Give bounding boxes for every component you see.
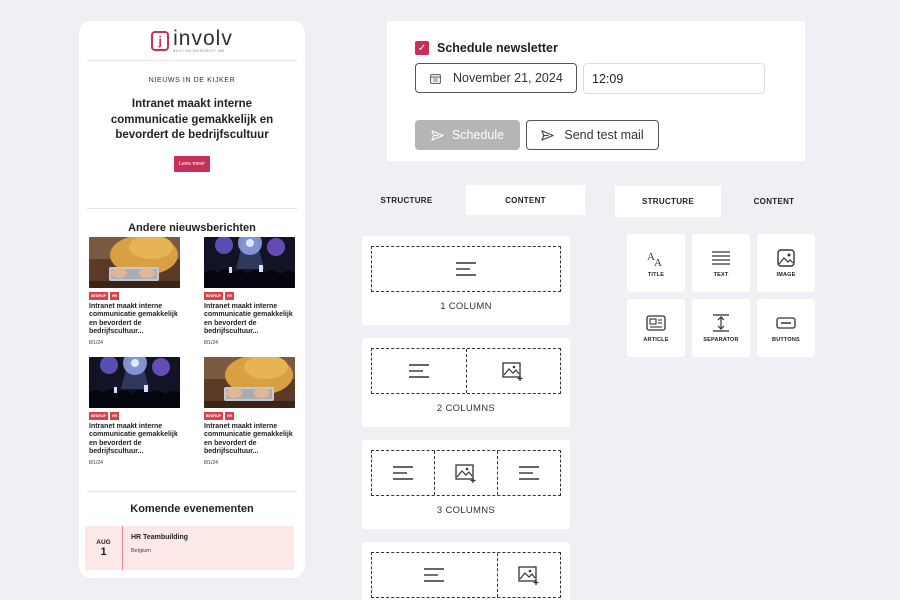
separator-icon bbox=[711, 313, 731, 332]
date-picker[interactable]: November 21, 2024 bbox=[415, 63, 577, 93]
news-thumbnail bbox=[89, 357, 180, 408]
news-tag: HR bbox=[224, 292, 235, 300]
news-date: 8/1/24 bbox=[89, 459, 103, 466]
title-icon: AA bbox=[646, 249, 666, 267]
news-title: Intranet maakt interne communicatie gema… bbox=[204, 423, 293, 456]
events-divider bbox=[87, 491, 297, 492]
block-label: BUTTONS bbox=[772, 336, 800, 343]
layout-2-columns[interactable]: 2 COLUMNS bbox=[362, 338, 570, 427]
text-icon bbox=[372, 553, 497, 597]
calendar-icon bbox=[430, 73, 441, 84]
block-image[interactable]: IMAGE bbox=[757, 234, 815, 292]
other-news-title: Andere nieuwsberichten bbox=[128, 222, 256, 234]
layout-tabs: STRUCTURE CONTENT bbox=[347, 185, 585, 215]
text-icon bbox=[372, 247, 560, 291]
send-icon bbox=[541, 129, 554, 142]
layout-label: 1 COLUMN bbox=[440, 301, 492, 312]
block-label: TITLE bbox=[647, 271, 665, 278]
news-tag: HR bbox=[109, 292, 120, 300]
event-date: AUG 1 bbox=[85, 526, 123, 570]
block-title[interactable]: AA TITLE bbox=[627, 234, 685, 292]
logo-subtitle: BUILT ON MICROSOFT 365 bbox=[173, 48, 225, 53]
date-value: November 21, 2024 bbox=[453, 71, 563, 85]
schedule-panel: ✓ Schedule newsletter November 21, 2024 … bbox=[387, 21, 805, 161]
send-test-mail-button[interactable]: Send test mail bbox=[526, 120, 659, 150]
logo: j involv BUILT ON MICROSOFT 365 bbox=[87, 21, 297, 61]
news-tag: HR bbox=[224, 412, 235, 420]
news-thumbnail bbox=[89, 237, 180, 288]
newsletter-preview: j involv BUILT ON MICROSOFT 365 NIEUWS I… bbox=[79, 21, 305, 578]
block-grid: AA TITLE TEXT IMAGE ARTICLE SEPARATOR BU… bbox=[627, 234, 815, 357]
schedule-checkbox[interactable]: ✓ bbox=[415, 41, 429, 55]
layout-2-columns-wide[interactable] bbox=[362, 542, 570, 600]
featured-article: NIEUWS IN DE KIJKER Intranet maakt inter… bbox=[87, 61, 297, 209]
news-tag: BEDRIJF bbox=[204, 292, 223, 300]
schedule-button-label: Schedule bbox=[451, 128, 505, 142]
tab-structure[interactable]: STRUCTURE bbox=[615, 186, 721, 217]
event-item[interactable]: AUG 1 HR Teambuilding Belgium bbox=[85, 526, 294, 570]
schedule-button[interactable]: Schedule bbox=[415, 120, 520, 150]
block-label: IMAGE bbox=[776, 271, 796, 278]
news-tag: HR bbox=[109, 412, 120, 420]
featured-title: Intranet maakt interne communicatie gema… bbox=[110, 98, 274, 142]
tab-structure[interactable]: STRUCTURE bbox=[347, 185, 466, 215]
layout-3-columns[interactable]: 3 COLUMNS bbox=[362, 440, 570, 529]
news-title: Intranet maakt interne communicatie gema… bbox=[89, 303, 178, 336]
text-icon bbox=[372, 451, 434, 495]
news-card[interactable]: BEDRIJF HR Intranet maakt interne communi… bbox=[204, 357, 295, 468]
event-month: AUG bbox=[96, 538, 111, 546]
layout-1-column[interactable]: 1 COLUMN bbox=[362, 236, 570, 325]
image-icon bbox=[465, 349, 561, 393]
block-text[interactable]: TEXT bbox=[692, 234, 750, 292]
block-buttons[interactable]: BUTTONS bbox=[757, 299, 815, 357]
news-date: 8/1/24 bbox=[204, 339, 218, 346]
event-day: 1 bbox=[100, 545, 107, 558]
news-tag: BEDRIJF bbox=[204, 412, 223, 420]
news-card[interactable]: BEDRIJF HR Intranet maakt interne communi… bbox=[89, 357, 180, 468]
news-tag: BEDRIJF bbox=[89, 292, 108, 300]
image-icon bbox=[434, 451, 497, 495]
image-icon bbox=[496, 553, 560, 597]
read-more-button[interactable]: Lees meer bbox=[174, 155, 210, 172]
text-icon bbox=[711, 249, 731, 267]
tab-content[interactable]: CONTENT bbox=[721, 186, 827, 217]
block-label: ARTICLE bbox=[643, 336, 669, 343]
time-input[interactable]: 12:09 bbox=[583, 63, 765, 94]
text-icon bbox=[497, 451, 560, 495]
event-location: Belgium bbox=[131, 548, 151, 554]
news-grid: BEDRIJF HR Intranet maakt interne communi… bbox=[89, 237, 295, 468]
text-icon bbox=[372, 349, 466, 393]
block-article[interactable]: ARTICLE bbox=[627, 299, 685, 357]
layout-label: 3 COLUMNS bbox=[436, 505, 496, 516]
news-title: Intranet maakt interne communicatie gema… bbox=[89, 423, 178, 456]
news-tag: BEDRIJF bbox=[89, 412, 108, 420]
news-thumbnail bbox=[204, 357, 295, 408]
news-card[interactable]: BEDRIJF HR Intranet maakt interne communi… bbox=[89, 237, 180, 348]
article-icon bbox=[646, 314, 666, 332]
news-thumbnail bbox=[204, 237, 295, 288]
block-label: SEPARATOR bbox=[703, 336, 739, 343]
news-date: 8/1/24 bbox=[89, 339, 103, 346]
layout-label: 2 COLUMNS bbox=[436, 403, 496, 414]
schedule-checkbox-row[interactable]: ✓ Schedule newsletter bbox=[415, 41, 558, 55]
send-icon bbox=[431, 129, 444, 142]
buttons-icon bbox=[776, 314, 796, 332]
image-icon bbox=[777, 248, 795, 267]
tab-content[interactable]: CONTENT bbox=[466, 185, 585, 215]
news-date: 8/1/24 bbox=[204, 459, 218, 466]
news-card[interactable]: BEDRIJF HR Intranet maakt interne communi… bbox=[204, 237, 295, 348]
schedule-label: Schedule newsletter bbox=[437, 41, 558, 55]
logo-text: involv bbox=[173, 26, 233, 50]
event-name: HR Teambuilding bbox=[131, 534, 189, 541]
featured-kicker: NIEUWS IN DE KIJKER bbox=[148, 77, 236, 84]
news-title: Intranet maakt interne communicatie gema… bbox=[204, 303, 293, 336]
send-test-mail-label: Send test mail bbox=[564, 128, 644, 142]
block-tabs: STRUCTURE CONTENT bbox=[615, 186, 827, 217]
block-separator[interactable]: SEPARATOR bbox=[692, 299, 750, 357]
svg-text:A: A bbox=[654, 257, 662, 267]
logo-mark: j bbox=[151, 30, 170, 51]
events-title: Komende evenementen bbox=[130, 503, 254, 515]
block-label: TEXT bbox=[713, 271, 729, 278]
